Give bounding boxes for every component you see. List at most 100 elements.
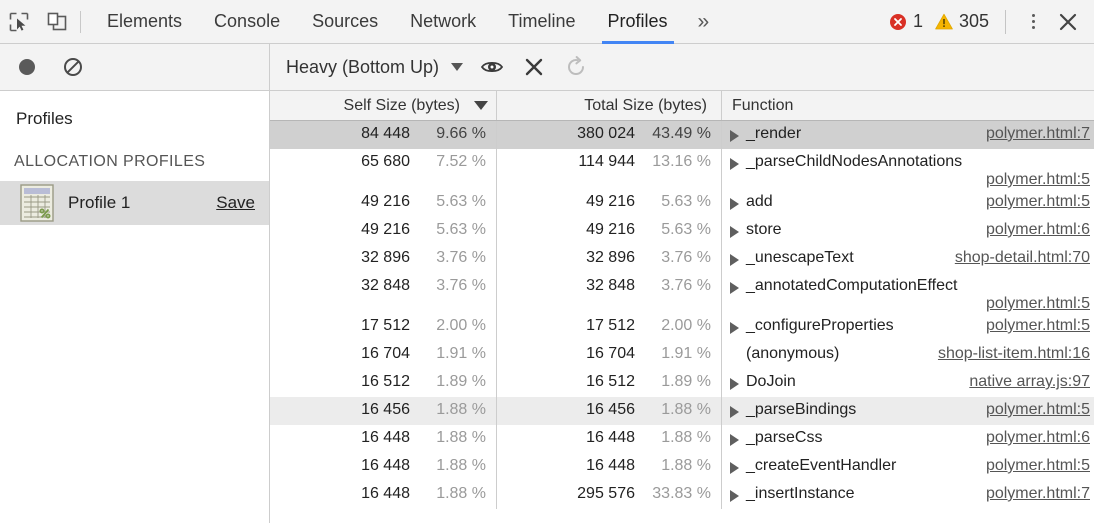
expand-triangle-icon[interactable]	[730, 254, 739, 266]
function-cell-content: store polymer.html:6	[746, 221, 1090, 239]
table-row[interactable]: 16 448 1.88 % 16 448 1.88 % _createEventHand…	[270, 453, 1094, 481]
column-header-total-size[interactable]: Total Size (bytes)	[497, 91, 722, 120]
expand-triangle-icon[interactable]	[730, 198, 739, 210]
table-row[interactable]: 16 512 1.89 % 16 512 1.89 % DoJoin native arr…	[270, 369, 1094, 397]
table-row[interactable]: 17 512 2.00 % 17 512 2.00 % _configureProper…	[270, 313, 1094, 341]
function-name: store	[746, 221, 782, 238]
self-size-percent: 5.63 %	[436, 221, 486, 238]
total-size-percent: 1.89 %	[661, 373, 711, 390]
function-source-link[interactable]: polymer.html:7	[986, 125, 1090, 143]
error-count: 1	[912, 11, 923, 31]
total-size-value: 16 704	[586, 345, 635, 362]
tab-profiles[interactable]: Profiles	[592, 0, 684, 44]
save-profile-link[interactable]: Save	[216, 193, 255, 213]
function-source-link[interactable]: polymer.html:5	[986, 193, 1090, 211]
self-size-value: 32 896	[361, 249, 410, 266]
sidebar-toolbar	[0, 44, 269, 91]
more-tabs-icon[interactable]: »	[684, 0, 724, 44]
table-row[interactable]: 65 680 7.52 % 114 944 13.16 % _parseChildNod…	[270, 149, 1094, 189]
cell-self-size: 49 216 5.63 %	[270, 217, 497, 245]
tab-label: Sources	[312, 11, 379, 31]
grid-header-row: Self Size (bytes) Total Size (bytes) Fun…	[270, 91, 1094, 121]
cell-function: _parseChildNodesAnnotations polymer.html:…	[722, 149, 1094, 189]
self-size-percent: 1.88 %	[436, 401, 486, 418]
function-source-link[interactable]: polymer.html:5	[986, 295, 1090, 313]
expand-triangle-icon[interactable]	[730, 322, 739, 334]
expand-triangle-icon[interactable]	[730, 378, 739, 390]
close-devtools-icon[interactable]	[1048, 2, 1088, 42]
inspect-element-icon[interactable]	[0, 3, 38, 41]
tab-network[interactable]: Network	[394, 0, 492, 44]
expand-triangle-icon[interactable]	[730, 406, 739, 418]
cell-total-size: 295 576 33.83 %	[497, 481, 722, 509]
expand-triangle-icon[interactable]	[730, 462, 739, 474]
table-row[interactable]: 32 848 3.76 % 32 848 3.76 % _annotatedComput…	[270, 273, 1094, 313]
expand-triangle-icon[interactable]	[730, 158, 739, 170]
table-row[interactable]: 32 896 3.76 % 32 896 3.76 % _unescapeText sho…	[270, 245, 1094, 273]
total-size-value: 16 448	[586, 457, 635, 474]
tab-elements[interactable]: Elements	[91, 0, 198, 44]
function-name: _render	[746, 125, 802, 142]
cell-function: _parseBindings polymer.html:5	[722, 397, 1094, 425]
function-source-link[interactable]: shop-detail.html:70	[955, 249, 1090, 267]
function-source-link[interactable]: polymer.html:5	[986, 317, 1090, 335]
expand-triangle-icon[interactable]	[730, 282, 739, 294]
device-toolbar-icon[interactable]	[38, 3, 76, 41]
table-row[interactable]: 16 448 1.88 % 16 448 1.88 % _parseCss polymer…	[270, 425, 1094, 453]
function-source-link[interactable]: shop-list-item.html:16	[938, 345, 1090, 363]
cell-function: add polymer.html:5	[722, 189, 1094, 217]
total-size-value: 16 512	[586, 373, 635, 390]
tab-label: Network	[410, 11, 477, 31]
record-button[interactable]	[12, 52, 42, 82]
cell-function: _parseCss polymer.html:6	[722, 425, 1094, 453]
restore-all-functions-button[interactable]	[555, 47, 597, 87]
self-size-value: 16 456	[361, 401, 410, 418]
more-options-icon[interactable]	[1018, 7, 1048, 37]
column-header-self-size[interactable]: Self Size (bytes)	[270, 91, 497, 120]
column-header-function[interactable]: Function	[722, 91, 1094, 120]
function-cell-content: _createEventHandler polymer.html:5	[746, 457, 1090, 475]
function-source-link[interactable]: native array.js:97	[969, 373, 1090, 391]
cell-total-size: 17 512 2.00 %	[497, 313, 722, 341]
expand-triangle-icon[interactable]	[730, 226, 739, 238]
tab-sources[interactable]: Sources	[296, 0, 394, 44]
function-name: _insertInstance	[746, 485, 855, 502]
cell-total-size: 32 848 3.76 %	[497, 273, 722, 313]
profiles-sidebar: Profiles ALLOCATION PROFILES Profile 1 S…	[0, 44, 270, 523]
function-source-link[interactable]: polymer.html:7	[986, 485, 1090, 503]
toolbar-divider	[80, 10, 81, 33]
self-size-percent: 1.89 %	[436, 373, 486, 390]
function-source-link[interactable]: polymer.html:6	[986, 429, 1090, 447]
cell-function: _annotatedComputationEffect polymer.html:…	[722, 273, 1094, 313]
function-source-link[interactable]: polymer.html:6	[986, 221, 1090, 239]
function-name: _unescapeText	[746, 249, 854, 266]
tab-timeline[interactable]: Timeline	[492, 0, 591, 44]
focus-selected-function-button[interactable]	[471, 47, 513, 87]
expand-triangle-icon[interactable]	[730, 130, 739, 142]
function-name: _parseBindings	[746, 401, 857, 418]
table-row[interactable]: 16 448 1.88 % 295 576 33.83 % _insertInstanc…	[270, 481, 1094, 509]
expand-triangle-icon[interactable]	[730, 490, 739, 502]
function-source-link[interactable]: polymer.html:5	[986, 457, 1090, 475]
exclude-selected-function-button[interactable]	[513, 47, 555, 87]
cell-self-size: 16 704 1.91 %	[270, 341, 497, 369]
total-size-value: 49 216	[586, 221, 635, 238]
table-row[interactable]: 49 216 5.63 % 49 216 5.63 % add polymer.html:…	[270, 189, 1094, 217]
table-row[interactable]: 49 216 5.63 % 49 216 5.63 % store polymer.htm…	[270, 217, 1094, 245]
tab-console[interactable]: Console	[198, 0, 296, 44]
table-row[interactable]: 16 704 1.91 % 16 704 1.91 % (anonymous) shop-…	[270, 341, 1094, 369]
table-row[interactable]: 84 448 9.66 % 380 024 43.49 % _render polymer…	[270, 121, 1094, 149]
function-source-link[interactable]: polymer.html:5	[986, 171, 1090, 189]
sidebar-item-profile-1[interactable]: Profile 1 Save	[0, 181, 269, 225]
total-size-value: 32 896	[586, 249, 635, 266]
tab-label: Elements	[107, 11, 183, 31]
issue-counters[interactable]: 1 305	[888, 11, 993, 32]
cell-total-size: 32 896 3.76 %	[497, 245, 722, 273]
function-name: DoJoin	[746, 373, 796, 390]
function-source-link[interactable]: polymer.html:5	[986, 401, 1090, 419]
clear-all-profiles-button[interactable]	[58, 52, 88, 82]
view-mode-select[interactable]: Heavy (Bottom Up)	[286, 57, 471, 78]
self-size-value: 84 448	[361, 125, 410, 142]
table-row[interactable]: 16 456 1.88 % 16 456 1.88 % _parseBindings po…	[270, 397, 1094, 425]
expand-triangle-icon[interactable]	[730, 434, 739, 446]
